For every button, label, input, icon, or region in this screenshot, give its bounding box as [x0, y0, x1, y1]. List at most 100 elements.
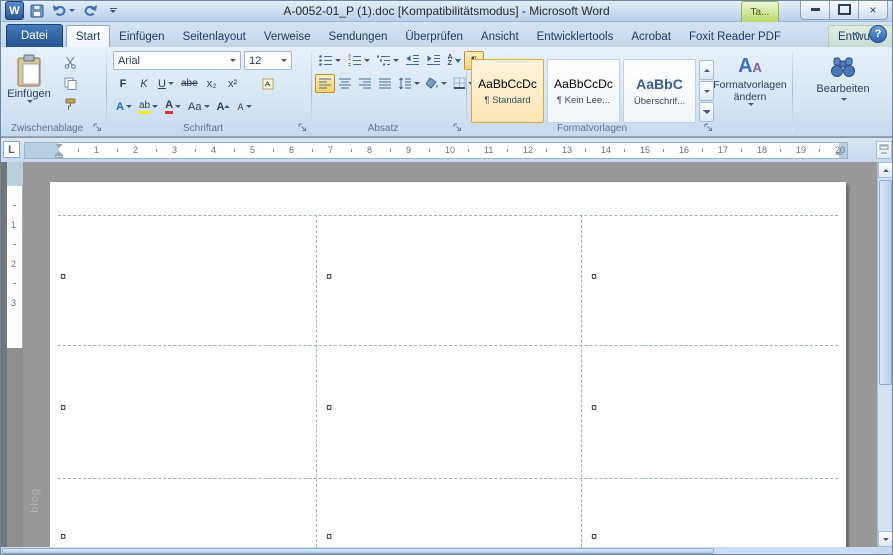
shading-button[interactable]: [423, 74, 450, 93]
tab-stop-selector[interactable]: L: [3, 141, 20, 158]
collapse-ribbon-button[interactable]: [852, 28, 862, 40]
h-ruler-tick: [546, 149, 547, 152]
find-binoculars-icon: [831, 57, 855, 77]
style-standard[interactable]: AaBbCcDc ¶ Standard: [471, 59, 544, 123]
align-center-button[interactable]: [335, 74, 355, 93]
line-spacing-button[interactable]: [395, 74, 423, 93]
schriftart-dialog-launcher[interactable]: [297, 122, 308, 133]
table-cell[interactable]: ¤: [60, 401, 66, 415]
vertical-scrollbar-thumb[interactable]: [879, 180, 892, 385]
tab-foxit-reader-pdf[interactable]: Foxit Reader PDF: [680, 26, 790, 47]
change-styles-button[interactable]: AA Formatvorlagen ändern: [713, 51, 787, 131]
shrink-font-label: A: [237, 101, 244, 112]
multilevel-list-button[interactable]: [373, 51, 402, 70]
tab-start[interactable]: Start: [65, 25, 111, 47]
table-cell[interactable]: ¤: [326, 270, 332, 284]
vertical-scrollbar[interactable]: [877, 162, 893, 547]
font-size-combo[interactable]: 12: [244, 51, 292, 70]
grow-font-button[interactable]: A: [214, 97, 234, 116]
style-ueberschrift[interactable]: AaBbC Überschrif...: [623, 59, 696, 123]
table-cell[interactable]: ¤: [326, 530, 332, 544]
sort-button[interactable]: AZ: [444, 51, 464, 70]
table-cell[interactable]: ¤: [60, 270, 66, 284]
v-ruler[interactable]: 1 2 3: [7, 162, 23, 547]
style-gallery-up-button[interactable]: [699, 60, 714, 80]
table-tools-contextual-header[interactable]: Ta...: [741, 1, 779, 22]
increase-indent-button[interactable]: [423, 51, 444, 70]
table-cell[interactable]: ¤: [591, 270, 597, 284]
bold-button[interactable]: F: [113, 74, 133, 93]
absatz-dialog-launcher[interactable]: [452, 122, 463, 133]
tab-verweise[interactable]: Verweise: [255, 26, 320, 47]
tab-layout[interactable]: Layout: [886, 26, 893, 47]
tab-sendungen[interactable]: Sendungen: [320, 26, 397, 47]
tab-entwicklertools[interactable]: Entwicklertools: [528, 26, 623, 47]
text-effects-button[interactable]: A: [113, 97, 135, 116]
italic-button[interactable]: K: [134, 74, 154, 93]
minimize-icon: [810, 8, 820, 11]
bullets-button[interactable]: [315, 51, 344, 70]
style-gallery-more-button[interactable]: [699, 102, 714, 122]
table-cell[interactable]: ¤: [60, 530, 66, 544]
h-ruler-number: 18: [757, 145, 768, 155]
tab-einfuegen[interactable]: Einfügen: [110, 26, 173, 47]
cut-button[interactable]: [60, 53, 80, 72]
character-shading-button[interactable]: [258, 74, 278, 93]
editing-group-button[interactable]: Bearbeiten: [805, 51, 881, 131]
superscript-button[interactable]: x²: [223, 74, 243, 93]
close-button[interactable]: ×: [858, 0, 888, 20]
dialog-launcher-icon: [93, 123, 101, 131]
copy-button[interactable]: [60, 74, 80, 93]
bullets-dropdown-arrow: [335, 59, 341, 62]
scroll-up-button[interactable]: [878, 162, 893, 178]
justify-button[interactable]: [375, 74, 395, 93]
style-name: Überschrif...: [633, 95, 686, 107]
undo-button[interactable]: [50, 2, 77, 20]
highlight-color-button[interactable]: ab: [136, 97, 161, 116]
h-ruler[interactable]: 1 2 3 4 5 6 7 8 9 10 11 12 13 14 15 16 17 18 19 20: [24, 142, 848, 159]
document-page[interactable]: ¤ ¤ ¤ ¤ ¤ ¤ ¤ ¤ ¤: [50, 182, 846, 547]
underline-button[interactable]: U: [155, 74, 177, 93]
table-cell[interactable]: ¤: [591, 530, 597, 544]
table-cell[interactable]: ¤: [326, 401, 332, 415]
zwischenablage-dialog-launcher[interactable]: [92, 122, 103, 133]
dialog-launcher-icon: [453, 123, 461, 131]
table-cell[interactable]: ¤: [591, 401, 597, 415]
left-indent-marker[interactable]: [55, 155, 63, 158]
view-ruler-toggle-button[interactable]: [876, 141, 892, 159]
formatvorlagen-dialog-launcher[interactable]: [703, 122, 714, 133]
horizontal-scrollbar[interactable]: [0, 547, 877, 555]
subscript-button[interactable]: x₂: [202, 74, 222, 93]
help-button[interactable]: ?: [869, 25, 887, 43]
scroll-down-button[interactable]: [878, 531, 893, 547]
table-column-border: [316, 215, 317, 547]
align-left-button[interactable]: [315, 74, 335, 93]
word-app-icon[interactable]: W: [5, 1, 24, 20]
minimize-button[interactable]: [800, 0, 830, 20]
close-icon: ×: [869, 2, 877, 17]
tab-ansicht[interactable]: Ansicht: [472, 26, 528, 47]
align-right-button[interactable]: [355, 74, 375, 93]
shrink-font-button[interactable]: A: [235, 97, 255, 116]
first-line-indent-marker[interactable]: [55, 144, 63, 148]
change-case-button[interactable]: Aa: [185, 97, 212, 116]
save-button[interactable]: [27, 2, 47, 20]
document-canvas[interactable]: blog ¤ ¤ ¤ ¤ ¤ ¤ ¤ ¤ ¤: [23, 162, 877, 547]
strikethrough-button[interactable]: abe: [178, 74, 201, 93]
format-painter-button[interactable]: [60, 95, 80, 114]
restore-button[interactable]: [829, 0, 859, 20]
tab-ueberpruefen[interactable]: Überprüfen: [396, 26, 472, 47]
numbering-button[interactable]: [344, 51, 373, 70]
tab-seitenlayout[interactable]: Seitenlayout: [174, 26, 255, 47]
font-color-button[interactable]: A: [162, 97, 184, 116]
qat-customize-button[interactable]: [103, 2, 123, 20]
redo-button[interactable]: [80, 2, 100, 20]
paste-button[interactable]: Einfügen: [3, 50, 55, 132]
style-gallery-down-button[interactable]: [699, 81, 714, 101]
font-name-combo[interactable]: Arial: [113, 51, 241, 70]
tab-acrobat[interactable]: Acrobat: [622, 26, 680, 47]
horizontal-scrollbar-thumb[interactable]: [2, 548, 714, 554]
style-kein-leerraum[interactable]: AaBbCcDc ¶ Kein Lee...: [547, 59, 620, 123]
decrease-indent-button[interactable]: [402, 51, 423, 70]
file-tab[interactable]: Datei: [6, 24, 63, 47]
